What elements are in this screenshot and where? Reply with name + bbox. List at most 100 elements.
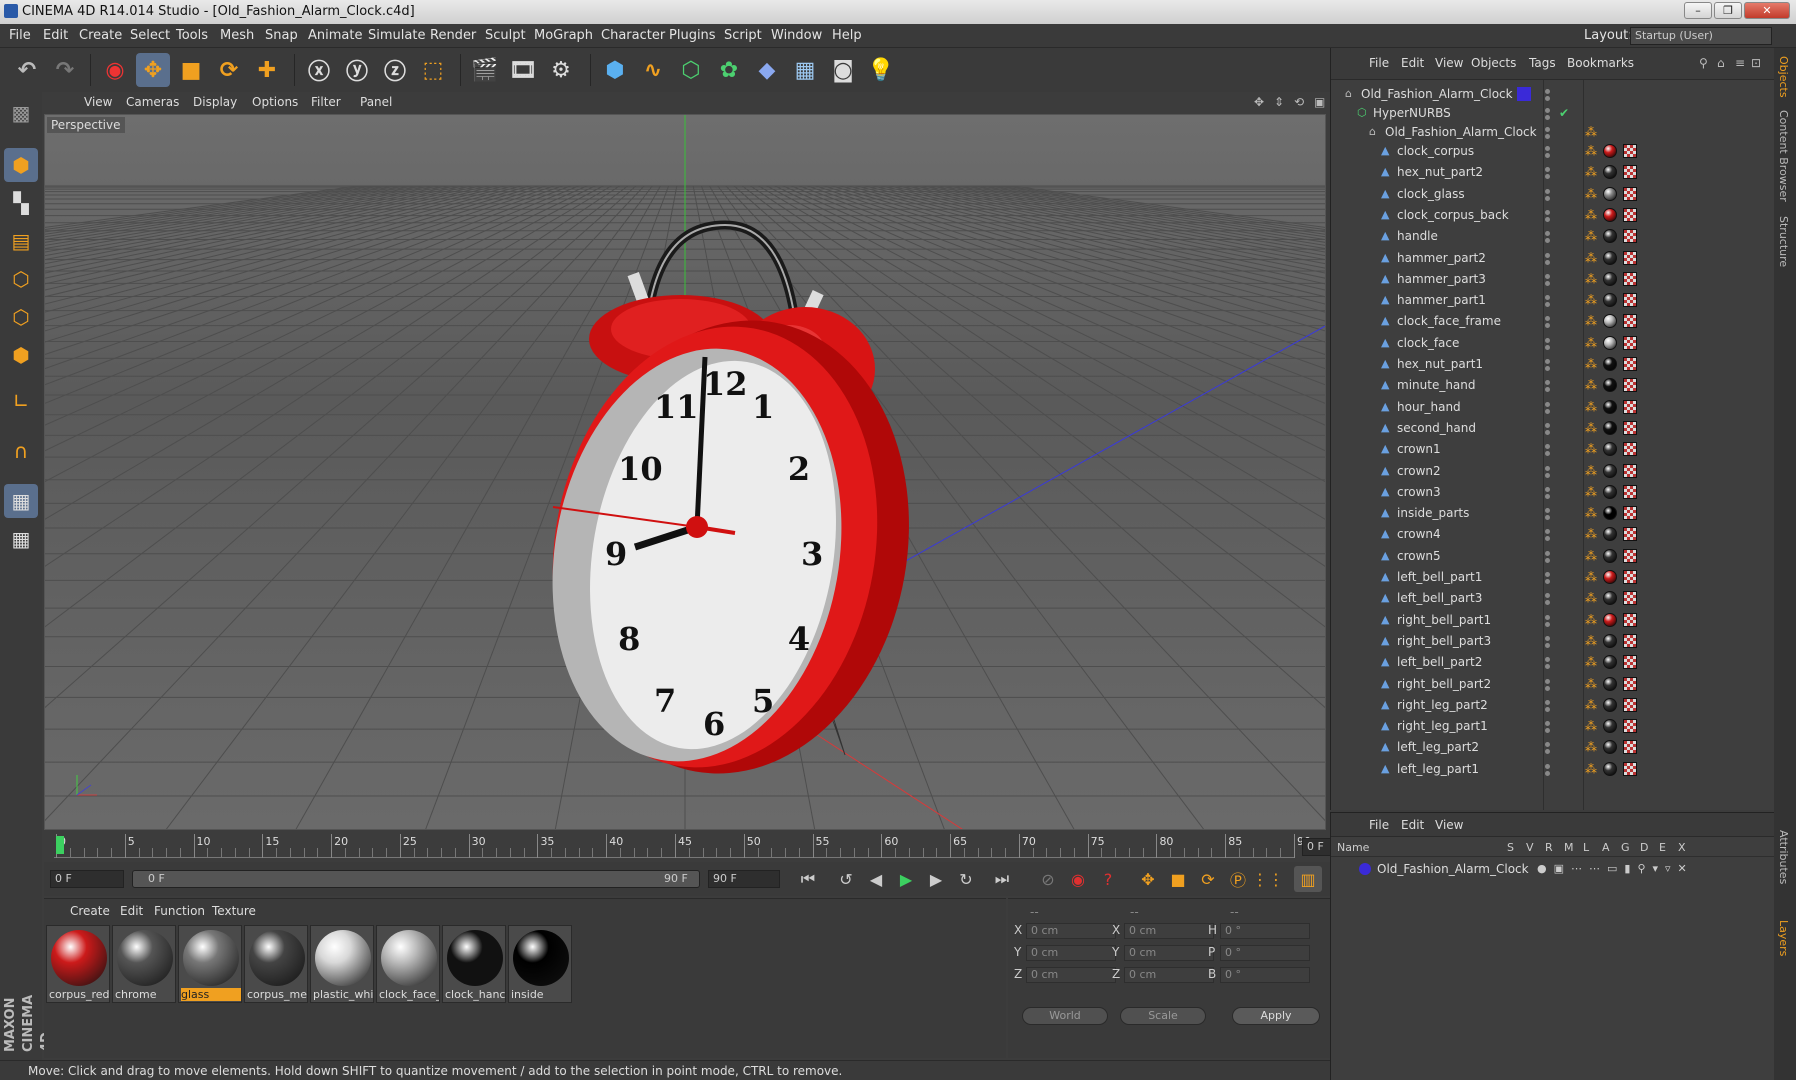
phong-tag-icon[interactable]: ⁂ bbox=[1585, 527, 1599, 541]
phong-tag-icon[interactable]: ⁂ bbox=[1585, 336, 1599, 350]
material-tag-icon[interactable] bbox=[1603, 165, 1617, 180]
object-row[interactable]: ▲ hammer_part1 ⁂ bbox=[1331, 290, 1775, 311]
visibility-dots[interactable] bbox=[1545, 465, 1551, 478]
visibility-dots[interactable] bbox=[1545, 209, 1551, 222]
material-tag-icon[interactable] bbox=[1603, 761, 1617, 776]
previous-key-icon[interactable]: ↺ bbox=[832, 866, 860, 892]
key-rotation-icon[interactable]: ⟳ bbox=[1194, 866, 1222, 892]
hierarchy-icon[interactable]: ≡ bbox=[1735, 56, 1745, 70]
material-swatch[interactable]: chrome bbox=[112, 925, 176, 1003]
visibility-dots[interactable] bbox=[1545, 380, 1551, 393]
object-name[interactable]: crown3 bbox=[1397, 485, 1441, 499]
visibility-dots[interactable] bbox=[1545, 657, 1551, 670]
undo-icon[interactable]: ↶ bbox=[10, 53, 44, 87]
object-row[interactable]: ▲ crown4 ⁂ bbox=[1331, 524, 1775, 545]
tab-structure[interactable]: Structure bbox=[1777, 216, 1790, 267]
object-name[interactable]: crown1 bbox=[1397, 442, 1441, 456]
menu-mograph[interactable]: MoGraph bbox=[534, 28, 593, 43]
phong-tag-icon[interactable]: ⁂ bbox=[1585, 421, 1599, 435]
visibility-dots[interactable] bbox=[1545, 422, 1551, 435]
material-tag-icon[interactable] bbox=[1603, 442, 1617, 457]
material-swatch[interactable]: corpus_me bbox=[244, 925, 308, 1003]
object-name[interactable]: hammer_part2 bbox=[1397, 251, 1486, 265]
object-row[interactable]: ▲ hex_nut_part2 ⁂ bbox=[1331, 162, 1775, 183]
object-row[interactable]: ▲ left_leg_part2 ⁂ bbox=[1331, 737, 1775, 758]
axis-mode-icon[interactable]: ∟ bbox=[4, 384, 38, 418]
object-row[interactable]: ▲ clock_corpus ⁂ bbox=[1331, 141, 1775, 162]
viewport-rotate-icon[interactable]: ⟲ bbox=[1294, 95, 1304, 109]
workplane-icon[interactable]: ▤ bbox=[4, 224, 38, 258]
object-name[interactable]: hammer_part3 bbox=[1397, 272, 1486, 286]
layer-column-header[interactable]: X bbox=[1678, 841, 1686, 854]
objects-menu-tags[interactable]: Tags bbox=[1529, 56, 1556, 70]
locked-workplane-icon[interactable]: ▦ bbox=[4, 484, 38, 518]
material-tag-icon[interactable] bbox=[1603, 570, 1617, 584]
texture-tag-icon[interactable] bbox=[1623, 463, 1637, 478]
phong-tag-icon[interactable]: ⁂ bbox=[1585, 272, 1599, 286]
object-row[interactable]: ▲ hex_nut_part1 ⁂ bbox=[1331, 354, 1775, 375]
frame-range-slider[interactable] bbox=[132, 870, 700, 888]
coord-value-field[interactable]: 0 ° bbox=[1220, 945, 1310, 961]
render-view-icon[interactable]: 🎬 bbox=[468, 53, 502, 87]
object-row[interactable]: ▲ left_leg_part1 ⁂ bbox=[1331, 759, 1775, 780]
visibility-dots[interactable] bbox=[1545, 167, 1551, 180]
object-row[interactable]: ▲ inside_parts ⁂ bbox=[1331, 503, 1775, 524]
key-scale-icon[interactable]: ■ bbox=[1164, 866, 1192, 892]
layer-color-icon[interactable] bbox=[1359, 863, 1371, 875]
texture-tag-icon[interactable] bbox=[1623, 420, 1637, 435]
go-to-start-icon[interactable]: ⏮ bbox=[794, 866, 822, 892]
model-mode-icon[interactable]: ⬢ bbox=[4, 148, 38, 182]
texture-tag-icon[interactable] bbox=[1623, 144, 1637, 158]
texture-tag-icon[interactable] bbox=[1623, 165, 1637, 180]
menu-script[interactable]: Script bbox=[724, 28, 762, 43]
visibility-dots[interactable] bbox=[1545, 188, 1551, 201]
visibility-dots[interactable] bbox=[1545, 273, 1551, 286]
object-name[interactable]: HyperNURBS bbox=[1373, 106, 1451, 120]
visibility-dots[interactable] bbox=[1545, 763, 1551, 776]
material-tag-icon[interactable] bbox=[1603, 335, 1617, 350]
texture-tag-icon[interactable] bbox=[1623, 314, 1637, 329]
phong-tag-icon[interactable]: ⁂ bbox=[1585, 698, 1599, 712]
object-row[interactable]: ▲ crown1 ⁂ bbox=[1331, 439, 1775, 460]
visibility-dots[interactable] bbox=[1545, 316, 1551, 329]
panel-options-icon[interactable]: ⊡ bbox=[1751, 56, 1761, 70]
visibility-dots[interactable] bbox=[1545, 127, 1551, 139]
layers-menu-file[interactable]: File bbox=[1369, 818, 1389, 832]
material-swatch[interactable]: corpus_red bbox=[46, 925, 110, 1003]
phong-tag-icon[interactable]: ⁂ bbox=[1585, 634, 1599, 648]
objects-menu-edit[interactable]: Edit bbox=[1401, 56, 1424, 70]
light-icon[interactable]: 💡 bbox=[864, 53, 898, 87]
planar-workplane-icon[interactable]: ▦ bbox=[4, 522, 38, 556]
visibility-dots[interactable] bbox=[1545, 678, 1551, 691]
floor-icon[interactable]: ▦ bbox=[788, 53, 822, 87]
material-menu-create[interactable]: Create bbox=[70, 904, 110, 918]
object-name[interactable]: right_bell_part3 bbox=[1397, 634, 1491, 648]
material-tag-icon[interactable] bbox=[1603, 506, 1617, 521]
menu-help[interactable]: Help bbox=[832, 28, 862, 43]
visibility-dots[interactable] bbox=[1545, 89, 1551, 101]
phong-tag-icon[interactable]: ⁂ bbox=[1585, 740, 1599, 754]
phong-tag-icon[interactable]: ⁂ bbox=[1585, 314, 1599, 328]
menu-create[interactable]: Create bbox=[79, 28, 122, 43]
layer-column-header[interactable]: E bbox=[1659, 841, 1666, 854]
enabled-check-icon[interactable]: ✔ bbox=[1559, 106, 1573, 120]
texture-tag-icon[interactable] bbox=[1623, 633, 1637, 648]
menu-edit[interactable]: Edit bbox=[43, 28, 68, 43]
material-tag-icon[interactable] bbox=[1603, 207, 1617, 222]
layer-flags[interactable]: ●▣⋯⋯▭▮⚲▾▿✕ bbox=[1537, 862, 1694, 875]
object-row[interactable]: ▲ right_bell_part1 ⁂ bbox=[1331, 610, 1775, 631]
layer-name[interactable]: Old_Fashion_Alarm_Clock bbox=[1377, 862, 1529, 876]
texture-tag-icon[interactable] bbox=[1623, 570, 1637, 584]
maximize-button[interactable]: ❐ bbox=[1714, 2, 1742, 19]
tab-objects[interactable]: Objects bbox=[1777, 56, 1790, 98]
viewport-move-icon[interactable]: ✥ bbox=[1254, 95, 1264, 109]
phong-tag-icon[interactable]: ⁂ bbox=[1585, 187, 1599, 201]
viewport-perspective[interactable]: 12 1 2 3 4 5 6 7 8 9 10 11 Perspective bbox=[44, 114, 1326, 830]
object-row[interactable]: ⌂ Old_Fashion_Alarm_Clock bbox=[1331, 84, 1775, 105]
phong-tag-icon[interactable]: ⁂ bbox=[1585, 165, 1599, 179]
material-tag-icon[interactable] bbox=[1603, 463, 1617, 478]
viewport-menu-filter[interactable]: Filter bbox=[311, 95, 341, 109]
viewport-maximize-icon[interactable]: ▣ bbox=[1314, 95, 1325, 109]
texture-tag-icon[interactable] bbox=[1623, 271, 1637, 286]
object-name[interactable]: right_bell_part1 bbox=[1397, 613, 1491, 627]
